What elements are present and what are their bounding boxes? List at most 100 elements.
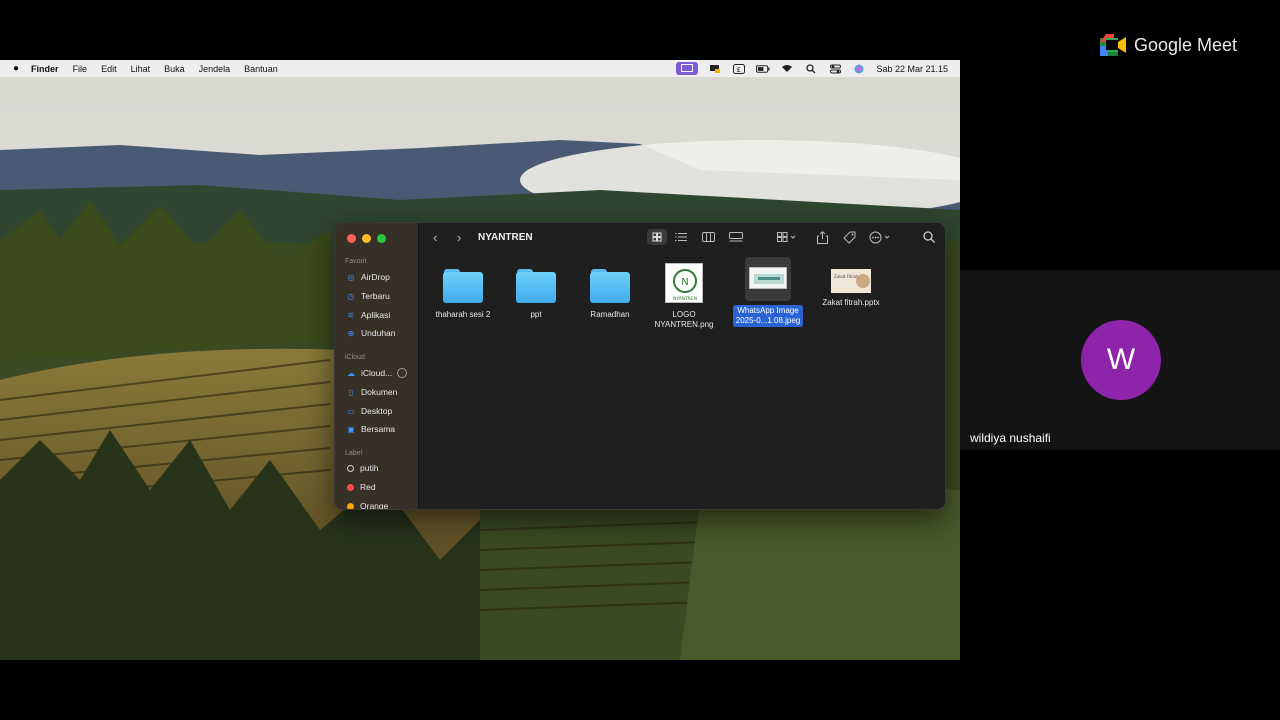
sidebar-item-label: Bersama [361, 424, 396, 434]
sidebar-item-label: Dokumen [361, 387, 398, 397]
notification-icon[interactable] [708, 63, 722, 74]
shared-screen: ● Finder File Edit Lihat Buka Jendela Ba… [0, 60, 960, 660]
sidebar-item-label: Unduhan [361, 328, 396, 338]
minimize-window-button[interactable] [362, 234, 371, 243]
logo-thumbnail: N NYANTREN [665, 263, 703, 303]
file-item-label: thaharah sesi 2 [435, 310, 491, 319]
apple-icon[interactable]: ● [13, 63, 19, 74]
icon-view-button[interactable] [647, 229, 667, 245]
folder-title: NYANTREN [478, 232, 533, 243]
file-name-line: NYANTREN.png [654, 320, 714, 329]
pptx-thumbnail: Zakat Fitrah [831, 269, 871, 293]
participant-tile[interactable]: W wildiya nushaifi [960, 270, 1280, 450]
tag-dot-icon [347, 464, 354, 472]
meet-brand-title: Google Meet [1134, 34, 1238, 55]
svg-text:N: N [681, 277, 688, 288]
folder-icon [443, 269, 483, 303]
column-view-icon[interactable] [702, 232, 715, 245]
wifi-icon[interactable] [780, 63, 794, 74]
sidebar-item-label: Aplikasi [361, 310, 391, 320]
sidebar-item-shared[interactable]: ▣ Bersama [345, 423, 395, 435]
airdrop-icon: ◎ [347, 272, 355, 282]
image-thumbnail [749, 267, 787, 289]
shared-folder-icon: ▣ [347, 424, 355, 434]
cloud-icon: ☁ [347, 368, 355, 378]
gallery-view-icon[interactable] [729, 232, 743, 245]
sidebar-item-label: AirDrop [361, 272, 390, 282]
sidebar-item-desktop[interactable]: ▭ Desktop [345, 405, 392, 417]
file-item-presentation[interactable]: Zakat Fitrah Zakat fitrah.pptx [813, 269, 889, 308]
finder-toolbar: ‹ › NYANTREN [419, 223, 945, 255]
folder-icon [516, 269, 556, 303]
sidebar-item-label: Red [360, 482, 376, 492]
screen-share-icon[interactable] [676, 62, 699, 75]
meeting-stage: ● Finder File Edit Lihat Buka Jendela Ba… [0, 0, 1280, 720]
file-name-line: LOGO [672, 310, 696, 319]
sidebar-tag-red[interactable]: Red [345, 482, 376, 492]
google-meet-logo: Google Meet [1100, 34, 1237, 56]
download-icon: ⊕ [347, 328, 355, 338]
share-icon[interactable] [817, 231, 828, 247]
zoom-window-button[interactable] [377, 234, 386, 243]
file-item-label: WhatsApp Image 2025-0...1.08.jpeg [731, 305, 805, 327]
menu-window[interactable]: Jendela [199, 64, 231, 74]
siri-icon[interactable] [852, 63, 866, 74]
file-item-image[interactable]: N NYANTREN LOGO NYANTREN.png [646, 263, 722, 330]
tag-icon[interactable] [843, 231, 856, 247]
tag-dot-icon [347, 502, 354, 509]
clock-icon: ◷ [347, 291, 355, 301]
mac-menubar: ● Finder File Edit Lihat Buka Jendela Ba… [0, 60, 960, 77]
finder-window: Favorit ◎ AirDrop ◷ Terbaru ⚟ Aplikasi ⊕… [334, 222, 946, 510]
menu-edit[interactable]: Edit [101, 64, 117, 74]
file-item-label: ppt [530, 310, 542, 319]
file-item-folder[interactable]: Ramadhan [572, 269, 648, 320]
control-center-icon[interactable] [828, 63, 842, 74]
file-name-line: WhatsApp Image [737, 306, 799, 315]
menu-file[interactable]: File [73, 64, 88, 74]
document-icon: ▯ [348, 387, 354, 397]
search-icon[interactable] [923, 231, 935, 246]
menubar-clock[interactable]: Sab 22 Mar 21.15 [876, 64, 948, 74]
sidebar-tag-white[interactable]: putih [345, 463, 378, 473]
forward-icon[interactable]: › [457, 230, 461, 245]
keyboard-input-icon[interactable]: £ [732, 63, 746, 74]
sidebar-item-label: iCloud... [361, 368, 393, 378]
menu-go[interactable]: Buka [164, 64, 185, 74]
list-view-icon[interactable] [675, 232, 687, 245]
search-icon[interactable] [804, 63, 818, 74]
menu-view[interactable]: Lihat [131, 64, 151, 74]
desktop-icon: ▭ [347, 406, 355, 416]
sidebar-section-favorites: Favorit [345, 258, 367, 265]
sidebar-section-tags: Label [345, 450, 363, 457]
sidebar-item-downloads[interactable]: ⊕ Unduhan [345, 327, 396, 339]
participant-avatar: W [1081, 320, 1161, 400]
menu-help[interactable]: Bantuan [244, 64, 278, 74]
sidebar-item-applications[interactable]: ⚟ Aplikasi [345, 309, 390, 321]
sidebar-item-documents[interactable]: ▯ Dokumen [345, 386, 398, 398]
file-item-folder[interactable]: thaharah sesi 2 [425, 269, 501, 320]
file-item-image-selected[interactable]: WhatsApp Image 2025-0...1.08.jpeg [731, 257, 805, 327]
menubar-status-area: £ Sab 22 Mar 21.15 [676, 60, 948, 77]
file-item-label: Ramadhan [590, 310, 630, 319]
participant-name: wildiya nushaifi [970, 431, 1051, 445]
menu-app-name[interactable]: Finder [31, 64, 59, 74]
close-window-button[interactable] [347, 234, 356, 243]
sidebar-item-airdrop[interactable]: ◎ AirDrop [345, 271, 390, 283]
finder-sidebar: Favorit ◎ AirDrop ◷ Terbaru ⚟ Aplikasi ⊕… [335, 223, 419, 509]
more-actions-icon[interactable] [869, 231, 893, 247]
sync-progress-icon [397, 368, 408, 378]
group-by-icon[interactable] [777, 232, 797, 245]
sidebar-item-label: Desktop [361, 406, 393, 416]
battery-icon[interactable] [756, 63, 770, 74]
file-name-line: 2025-0...1.08.jpeg [735, 316, 801, 325]
file-item-folder[interactable]: ppt [498, 269, 574, 320]
tag-dot-icon [347, 483, 354, 491]
back-icon[interactable]: ‹ [433, 230, 437, 245]
selected-label-box: WhatsApp Image 2025-0...1.08.jpeg [732, 305, 804, 327]
sidebar-item-recents[interactable]: ◷ Terbaru [345, 290, 390, 302]
sidebar-item-label: Terbaru [361, 291, 390, 301]
sidebar-item-icloud-drive[interactable]: ☁ iCloud... [345, 367, 408, 379]
sidebar-item-label: putih [360, 463, 379, 473]
sidebar-tag-orange[interactable]: Orange [345, 501, 388, 509]
svg-text:NYANTREN: NYANTREN [673, 296, 697, 302]
